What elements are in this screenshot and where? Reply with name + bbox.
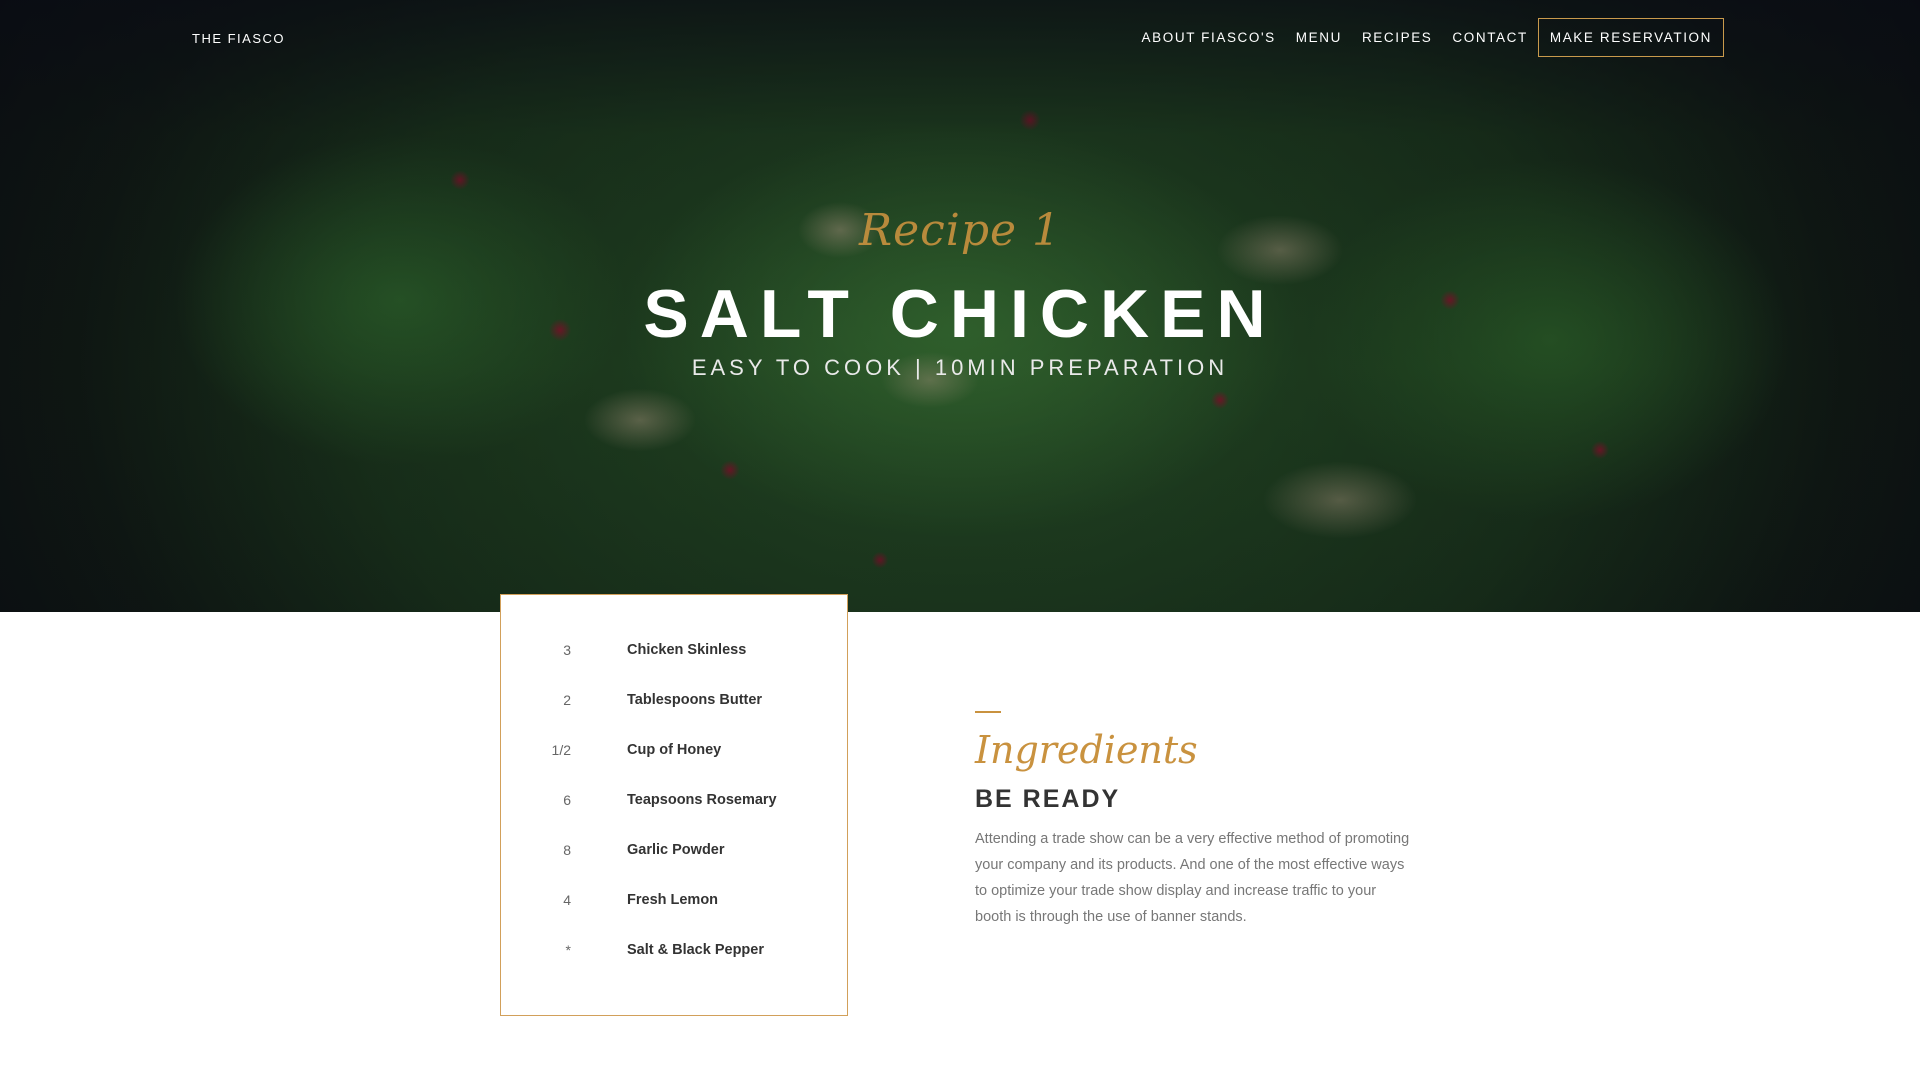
ingredient-name: Tablespoons Butter (627, 692, 763, 708)
ingredient-name: Garlic Powder (627, 842, 725, 858)
nav-item-menu[interactable]: MENU (1296, 30, 1342, 45)
ingredient-row: 6 Teapsoons Rosemary (501, 792, 847, 822)
ingredient-qty: 4 (563, 892, 571, 908)
section-script-heading: Ingredients (975, 728, 1198, 772)
nav-item-recipes[interactable]: RECIPES (1362, 30, 1432, 45)
ingredient-qty: 3 (563, 642, 571, 658)
section-body-text: Attending a trade show can be a very eff… (975, 831, 1410, 925)
ingredient-name: Salt & Black Pepper (627, 942, 764, 958)
ingredient-name: Teapsoons Rosemary (627, 792, 777, 808)
ingredient-qty: 1/2 (551, 742, 571, 758)
ingredient-row: * Salt & Black Pepper (501, 942, 847, 972)
ingredient-name: Fresh Lemon (627, 892, 719, 908)
nav-item-contact[interactable]: CONTACT (1452, 30, 1527, 45)
make-reservation-button[interactable]: MAKE RESERVATION (1537, 18, 1724, 57)
ingredient-row: 1/2 Cup of Honey (501, 742, 847, 772)
ingredient-name: Chicken Skinless (627, 642, 747, 658)
ingredient-name: Cup of Honey (627, 742, 722, 758)
section-accent-line (975, 711, 1001, 713)
ingredient-row: 3 Chicken Skinless (501, 642, 847, 672)
ingredient-qty: 6 (563, 792, 571, 808)
ingredient-qty: 2 (563, 692, 571, 708)
section-title: BE READY (975, 785, 1121, 813)
recipe-subtitle: EASY TO COOK | 10MIN PREPARATION (691, 355, 1229, 380)
ingredient-row: 2 Tablespoons Butter (501, 692, 847, 722)
ingredient-row: 4 Fresh Lemon (501, 892, 847, 922)
nav-item-about[interactable]: ABOUT FIASCO'S (1142, 30, 1276, 45)
hero-image: THE FIASCO ABOUT FIASCO'S MENU RECIPES C… (0, 0, 1920, 612)
ingredient-qty: 8 (563, 842, 571, 858)
recipe-title: SALT CHICKEN (643, 276, 1277, 352)
ingredients-card: 3 Chicken Skinless 2 Tablespoons Butter … (500, 594, 848, 1016)
ingredient-row: 8 Garlic Powder (501, 842, 847, 872)
main-nav: ABOUT FIASCO'S MENU RECIPES CONTACT MAKE… (1122, 18, 1724, 57)
site-logo[interactable]: THE FIASCO (192, 31, 285, 46)
ingredient-qty: * (565, 942, 571, 958)
recipe-script-label: Recipe 1 (858, 205, 1062, 256)
